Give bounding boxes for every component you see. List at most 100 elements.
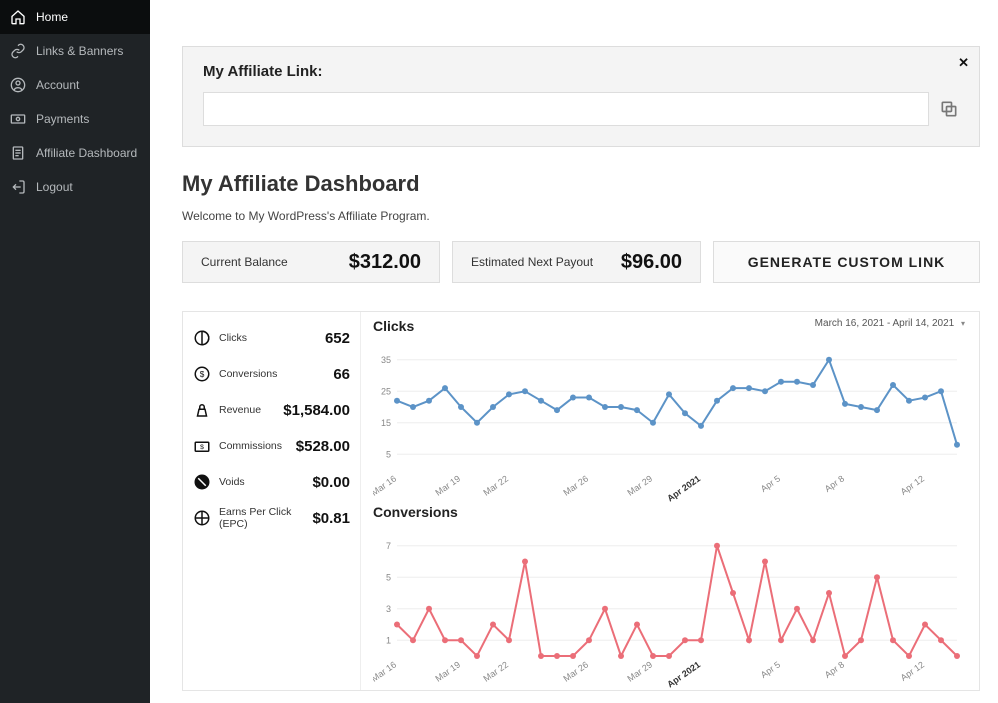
svg-text:Mar 29: Mar 29 xyxy=(625,659,654,683)
stat-value: 66 xyxy=(333,366,350,383)
summary-row: Current Balance $312.00 Estimated Next P… xyxy=(182,241,980,283)
current-balance-value: $312.00 xyxy=(349,251,421,274)
sidebar-item-label: Account xyxy=(36,78,79,92)
svg-text:Mar 26: Mar 26 xyxy=(561,659,590,683)
affiliate-link-title: My Affiliate Link: xyxy=(203,63,959,80)
epc-icon xyxy=(193,509,211,527)
svg-text:Mar 19: Mar 19 xyxy=(433,659,462,683)
estimated-payout-card: Estimated Next Payout $96.00 xyxy=(452,241,701,283)
stat-value: $1,584.00 xyxy=(283,402,350,419)
svg-text:5: 5 xyxy=(386,572,391,582)
svg-text:Apr 2021: Apr 2021 xyxy=(665,659,702,689)
affiliate-link-row xyxy=(203,92,959,126)
stat-label: Voids xyxy=(219,476,245,488)
stat-row-voids: Voids $0.00 xyxy=(193,464,350,500)
commissions-icon: $ xyxy=(193,437,211,455)
conversions-icon: $ xyxy=(193,365,211,383)
current-balance-card: Current Balance $312.00 xyxy=(182,241,440,283)
stat-row-conversions: $ Conversions 66 xyxy=(193,356,350,392)
svg-text:25: 25 xyxy=(381,386,391,396)
svg-text:Mar 16: Mar 16 xyxy=(373,659,398,683)
stat-label: Commissions xyxy=(219,440,282,452)
svg-text:Mar 22: Mar 22 xyxy=(481,473,510,497)
close-icon[interactable]: ✕ xyxy=(958,55,969,71)
affiliate-link-panel: ✕ My Affiliate Link: xyxy=(182,46,980,147)
home-icon xyxy=(10,9,26,25)
stat-value: $0.81 xyxy=(312,510,350,527)
revenue-icon xyxy=(193,401,211,419)
conversions-chart-block: Conversions 1 3 5 7 Mar 16 Mar 19 Mar 22 Mar 26… xyxy=(373,504,969,690)
stat-label: Revenue xyxy=(219,404,261,416)
stat-row-commissions: $ Commissions $528.00 xyxy=(193,428,350,464)
sidebar-item-label: Home xyxy=(36,10,68,24)
sidebar-item-home[interactable]: Home xyxy=(0,0,150,34)
sidebar-item-label: Links & Banners xyxy=(36,44,123,58)
clicks-chart: 5 15 25 35 Mar 16 Mar 19 Mar 22 Mar 26 Mar 29 Apr… xyxy=(373,334,963,504)
sidebar-item-account[interactable]: Account xyxy=(0,68,150,102)
svg-text:Apr 8: Apr 8 xyxy=(823,473,846,494)
generate-custom-link-label: GENERATE CUSTOM LINK xyxy=(748,254,946,270)
current-balance-label: Current Balance xyxy=(201,255,288,269)
conversions-chart-title: Conversions xyxy=(373,504,969,520)
date-range-picker[interactable]: March 16, 2021 - April 14, 2021 ▾ xyxy=(815,318,965,329)
svg-text:Apr 12: Apr 12 xyxy=(899,473,926,496)
stat-row-clicks: Clicks 652 xyxy=(193,320,350,356)
conversions-chart: 1 3 5 7 Mar 16 Mar 19 Mar 22 Mar 26 Mar 29 Apr 20… xyxy=(373,520,963,690)
voids-icon xyxy=(193,473,211,491)
svg-text:35: 35 xyxy=(381,355,391,365)
stats-column: Clicks 652 $ Conversions 66 Revenue $1,5… xyxy=(183,312,361,690)
document-icon xyxy=(10,145,26,161)
page-title: My Affiliate Dashboard xyxy=(182,171,980,197)
stat-value: $528.00 xyxy=(296,438,350,455)
svg-text:Mar 19: Mar 19 xyxy=(433,473,462,497)
stat-row-epc: Earns Per Click (EPC) $0.81 xyxy=(193,500,350,536)
clicks-chart-block: Clicks 5152535Mar 16Mar 19Mar 22Mar 26Ma… xyxy=(373,318,969,504)
money-icon xyxy=(10,111,26,127)
svg-text:Mar 22: Mar 22 xyxy=(481,659,510,683)
link-icon xyxy=(10,43,26,59)
sidebar-item-payments[interactable]: Payments xyxy=(0,102,150,136)
estimated-payout-label: Estimated Next Payout xyxy=(471,255,593,269)
affiliate-link-input[interactable] xyxy=(203,92,929,126)
svg-text:3: 3 xyxy=(386,604,391,614)
user-icon xyxy=(10,77,26,93)
date-range-label: March 16, 2021 - April 14, 2021 xyxy=(815,318,955,329)
svg-text:1: 1 xyxy=(386,635,391,645)
sidebar-item-links-banners[interactable]: Links & Banners xyxy=(0,34,150,68)
stat-label: Conversions xyxy=(219,368,277,380)
sidebar-item-label: Affiliate Dashboard xyxy=(36,146,137,160)
sidebar-item-affiliate-dashboard[interactable]: Affiliate Dashboard xyxy=(0,136,150,170)
stat-row-revenue: Revenue $1,584.00 xyxy=(193,392,350,428)
stat-label: Earns Per Click (EPC) xyxy=(219,506,312,530)
copy-icon[interactable] xyxy=(939,99,959,119)
svg-text:Apr 2021: Apr 2021 xyxy=(665,473,702,503)
svg-text:Apr 8: Apr 8 xyxy=(823,659,846,680)
chevron-down-icon: ▾ xyxy=(961,319,965,328)
dashboard-lower: Clicks 652 $ Conversions 66 Revenue $1,5… xyxy=(182,311,980,691)
svg-text:Mar 26: Mar 26 xyxy=(561,473,590,497)
welcome-text: Welcome to My WordPress's Affiliate Prog… xyxy=(182,209,980,223)
svg-text:$: $ xyxy=(200,444,204,451)
sidebar: Home Links & Banners Account Payments Af… xyxy=(0,0,150,703)
stat-value: $0.00 xyxy=(312,474,350,491)
svg-text:5: 5 xyxy=(386,449,391,459)
svg-text:15: 15 xyxy=(381,418,391,428)
stat-value: 652 xyxy=(325,330,350,347)
stat-label: Clicks xyxy=(219,332,247,344)
svg-text:Apr 5: Apr 5 xyxy=(759,473,782,494)
svg-text:Apr 5: Apr 5 xyxy=(759,659,782,680)
svg-text:Mar 16: Mar 16 xyxy=(373,473,398,497)
svg-text:Mar 29: Mar 29 xyxy=(625,473,654,497)
svg-text:$: $ xyxy=(200,370,205,379)
generate-custom-link-button[interactable]: GENERATE CUSTOM LINK xyxy=(713,241,980,283)
charts-column: March 16, 2021 - April 14, 2021 ▾ Clicks… xyxy=(361,312,979,690)
clicks-icon xyxy=(193,329,211,347)
estimated-payout-value: $96.00 xyxy=(621,251,682,274)
svg-text:7: 7 xyxy=(386,541,391,551)
logout-icon xyxy=(10,179,26,195)
svg-text:Apr 12: Apr 12 xyxy=(899,659,926,682)
sidebar-item-label: Logout xyxy=(36,180,73,194)
sidebar-item-label: Payments xyxy=(36,112,89,126)
main-content: ✕ My Affiliate Link: My Affiliate Dashbo… xyxy=(150,0,998,703)
sidebar-item-logout[interactable]: Logout xyxy=(0,170,150,204)
